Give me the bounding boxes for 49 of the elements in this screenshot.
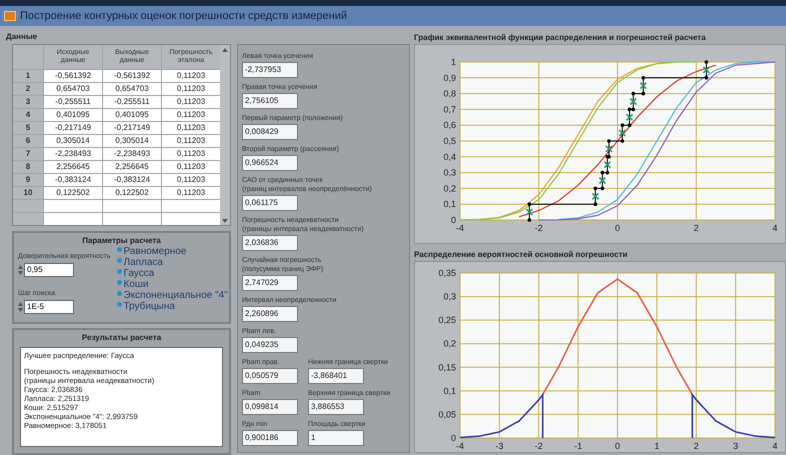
tick-label: 2 bbox=[694, 441, 699, 451]
tick-label: 0 bbox=[450, 433, 456, 443]
panel-title: Результаты расчета bbox=[80, 333, 162, 344]
row-header: 8 bbox=[13, 161, 43, 173]
tick-label: 0 bbox=[615, 441, 620, 451]
row-header: 4 bbox=[13, 109, 43, 121]
tick-label: 0,2 bbox=[443, 183, 456, 194]
row-header: 6 bbox=[13, 135, 43, 147]
row-header: 2 bbox=[13, 83, 43, 95]
section-label: Данные bbox=[6, 32, 38, 42]
tick-label: 0 bbox=[450, 215, 456, 225]
chart-title: График эквивалентной функции распределения и погрешностей расчета bbox=[414, 33, 707, 43]
tick-label: 0,25 bbox=[438, 315, 456, 326]
tick-label: 0,7 bbox=[443, 104, 456, 114]
tick-label: -1 bbox=[574, 441, 582, 451]
tick-label: -2 bbox=[534, 441, 543, 451]
tick-label: 0,05 bbox=[438, 409, 456, 420]
tick-label: 0,4 bbox=[443, 152, 456, 162]
tick-label: 0,35 bbox=[438, 268, 456, 278]
tick-label: 1 bbox=[450, 57, 456, 67]
tick-label: -3 bbox=[495, 441, 504, 451]
tick-label: 4 bbox=[772, 223, 778, 233]
tick-label: 0,1 bbox=[443, 199, 456, 210]
row-header: 3 bbox=[13, 96, 43, 108]
tick-label: 0,3 bbox=[443, 292, 456, 302]
tick-label: -2 bbox=[534, 223, 543, 233]
tick-label: 0,15 bbox=[438, 362, 456, 372]
tick-label: 0,9 bbox=[443, 72, 456, 83]
chart-title: Распределение вероятностей основной погрешности bbox=[414, 250, 628, 260]
tick-label: 1 bbox=[654, 441, 660, 451]
row-header: 5 bbox=[13, 122, 43, 134]
tick-label: 0 bbox=[615, 223, 620, 233]
row-header: 10 bbox=[13, 187, 43, 199]
tick-label: 0,3 bbox=[443, 168, 456, 178]
tick-label: 0,6 bbox=[443, 120, 456, 130]
tick-label: 0,5 bbox=[443, 136, 456, 146]
tick-label: -4 bbox=[456, 441, 464, 451]
tick-label: 0,2 bbox=[443, 338, 456, 349]
tick-label: 4 bbox=[772, 441, 778, 451]
row-header: 1 bbox=[13, 70, 43, 82]
row-header: 7 bbox=[13, 148, 43, 160]
window-title: Построение контурных оценок погрешности средств измерений bbox=[20, 8, 347, 24]
tick-label: 0,8 bbox=[443, 88, 456, 99]
tick-label: 2 bbox=[694, 223, 699, 233]
panel-title: Параметры расчета bbox=[81, 236, 162, 246]
tick-label: 0,1 bbox=[443, 386, 456, 396]
tick-label: -4 bbox=[456, 223, 464, 233]
row-header: 9 bbox=[13, 174, 43, 186]
tick-label: 3 bbox=[733, 441, 738, 451]
